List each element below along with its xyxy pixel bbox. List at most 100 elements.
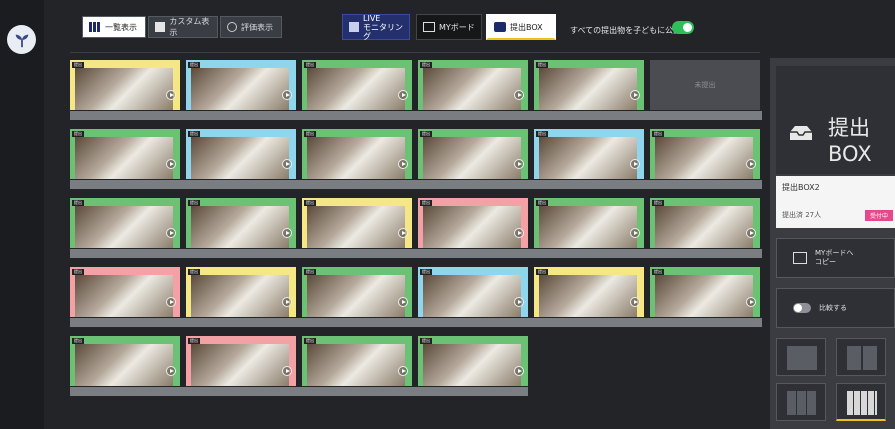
submission-card[interactable]: 提出: [302, 336, 412, 386]
play-icon[interactable]: [746, 228, 756, 238]
row-shelf: [70, 387, 528, 396]
layout-1-button[interactable]: [776, 338, 826, 376]
play-icon[interactable]: [630, 297, 640, 307]
submission-card[interactable]: 提出: [650, 129, 760, 179]
submission-card[interactable]: 提出: [650, 198, 760, 248]
live-monitoring-line1: LIVE: [363, 13, 381, 23]
submission-card[interactable]: 提出: [186, 60, 296, 110]
play-icon[interactable]: [630, 159, 640, 169]
sixteen-grid-icon: [847, 391, 877, 415]
copy-to-myboard-button[interactable]: MYボードへ コピー: [776, 238, 895, 278]
submitted-tag: 提出: [304, 338, 316, 344]
play-icon[interactable]: [746, 159, 756, 169]
submission-card[interactable]: 提出: [418, 336, 528, 386]
submission-thumbnail: [75, 137, 173, 179]
play-icon[interactable]: [398, 159, 408, 169]
submission-card[interactable]: 提出: [418, 198, 528, 248]
play-icon[interactable]: [398, 90, 408, 100]
evaluation-view-button[interactable]: 評価表示: [220, 16, 282, 38]
play-icon[interactable]: [166, 366, 176, 376]
play-icon[interactable]: [514, 90, 524, 100]
list-view-button[interactable]: 一覧表示: [82, 16, 146, 38]
submission-thumbnail: [655, 206, 753, 248]
submission-card[interactable]: 提出: [534, 267, 644, 317]
play-icon[interactable]: [282, 90, 292, 100]
play-icon[interactable]: [514, 297, 524, 307]
play-icon[interactable]: [514, 228, 524, 238]
submission-card[interactable]: 提出: [186, 267, 296, 317]
submission-thumbnail: [539, 275, 637, 317]
play-icon[interactable]: [282, 366, 292, 376]
my-board-label: MYボード: [439, 22, 475, 32]
play-icon[interactable]: [630, 228, 640, 238]
box-info-card[interactable]: 提出BOX2 提出済 27人 受付中: [776, 176, 895, 228]
submission-card[interactable]: 提出: [186, 198, 296, 248]
play-icon[interactable]: [282, 159, 292, 169]
submission-card[interactable]: 提出: [302, 198, 412, 248]
play-icon[interactable]: [398, 366, 408, 376]
submitted-tag: 提出: [420, 131, 432, 137]
grid-row: 提出 提出 提出 提出 提出 提出: [70, 267, 762, 331]
submission-card[interactable]: 提出: [302, 60, 412, 110]
play-icon[interactable]: [398, 228, 408, 238]
four-grid-icon: [847, 346, 877, 370]
live-monitoring-button[interactable]: LIVE モニタリング: [342, 13, 410, 41]
compare-toggle-button[interactable]: 比較する: [776, 288, 895, 328]
my-board-button[interactable]: MYボード: [416, 14, 482, 40]
layout-16-button[interactable]: [836, 383, 886, 421]
play-icon[interactable]: [398, 297, 408, 307]
box-name: 提出BOX2: [782, 183, 820, 192]
submitted-tag: 提出: [420, 269, 432, 275]
publish-all-label: すべての提出物を子どもに公開: [570, 26, 682, 35]
submission-card[interactable]: 提出: [534, 129, 644, 179]
compare-switch-icon: [793, 303, 811, 313]
submission-card[interactable]: 提出: [418, 129, 528, 179]
left-rail: [0, 0, 44, 429]
submission-card[interactable]: 提出: [650, 267, 760, 317]
submission-card[interactable]: 提出: [302, 267, 412, 317]
play-icon[interactable]: [166, 228, 176, 238]
submission-thumbnail: [655, 137, 753, 179]
submission-card[interactable]: 提出: [70, 267, 180, 317]
submission-card[interactable]: 提出: [186, 336, 296, 386]
submission-thumbnail: [307, 137, 405, 179]
submitted-tag: 提出: [188, 131, 200, 137]
app-logo[interactable]: [7, 25, 36, 54]
submitted-tag: 提出: [72, 62, 84, 68]
layout-4-button[interactable]: [836, 338, 886, 376]
submission-card[interactable]: 提出: [70, 129, 180, 179]
play-icon[interactable]: [746, 297, 756, 307]
submission-card[interactable]: 提出: [534, 60, 644, 110]
submission-thumbnail: [307, 206, 405, 248]
submit-box-button[interactable]: 提出BOX: [486, 14, 556, 40]
submitted-tag: 提出: [536, 269, 548, 275]
play-icon[interactable]: [166, 159, 176, 169]
play-icon[interactable]: [630, 90, 640, 100]
submission-grid: 提出 提出 提出 提出 提出 未提出 提出 提出 提出 提出 提出 提出 提出 提出 提出 提出 提出 提出 提出提…: [70, 60, 762, 405]
play-icon[interactable]: [166, 90, 176, 100]
submission-card[interactable]: 提出: [70, 198, 180, 248]
submission-thumbnail: [423, 206, 521, 248]
submission-card[interactable]: 提出: [70, 60, 180, 110]
play-icon[interactable]: [282, 297, 292, 307]
submitted-tag: 提出: [304, 200, 316, 206]
publish-all-toggle[interactable]: [672, 21, 694, 34]
copy-board-icon: [793, 252, 807, 264]
submission-thumbnail: [75, 68, 173, 110]
layout-9-button[interactable]: [776, 383, 826, 421]
submitted-tag: 提出: [536, 62, 548, 68]
play-icon[interactable]: [514, 366, 524, 376]
submission-card[interactable]: 提出: [70, 336, 180, 386]
submission-card[interactable]: 提出: [534, 198, 644, 248]
play-icon[interactable]: [166, 297, 176, 307]
submitted-tag: 提出: [188, 269, 200, 275]
submission-card[interactable]: 提出: [186, 129, 296, 179]
custom-view-button[interactable]: カスタム表示: [148, 16, 218, 38]
submitted-tag: 提出: [652, 200, 664, 206]
empty-slot: 未提出: [650, 60, 760, 110]
submission-card[interactable]: 提出: [302, 129, 412, 179]
play-icon[interactable]: [514, 159, 524, 169]
submission-card[interactable]: 提出: [418, 267, 528, 317]
submission-card[interactable]: 提出: [418, 60, 528, 110]
play-icon[interactable]: [282, 228, 292, 238]
